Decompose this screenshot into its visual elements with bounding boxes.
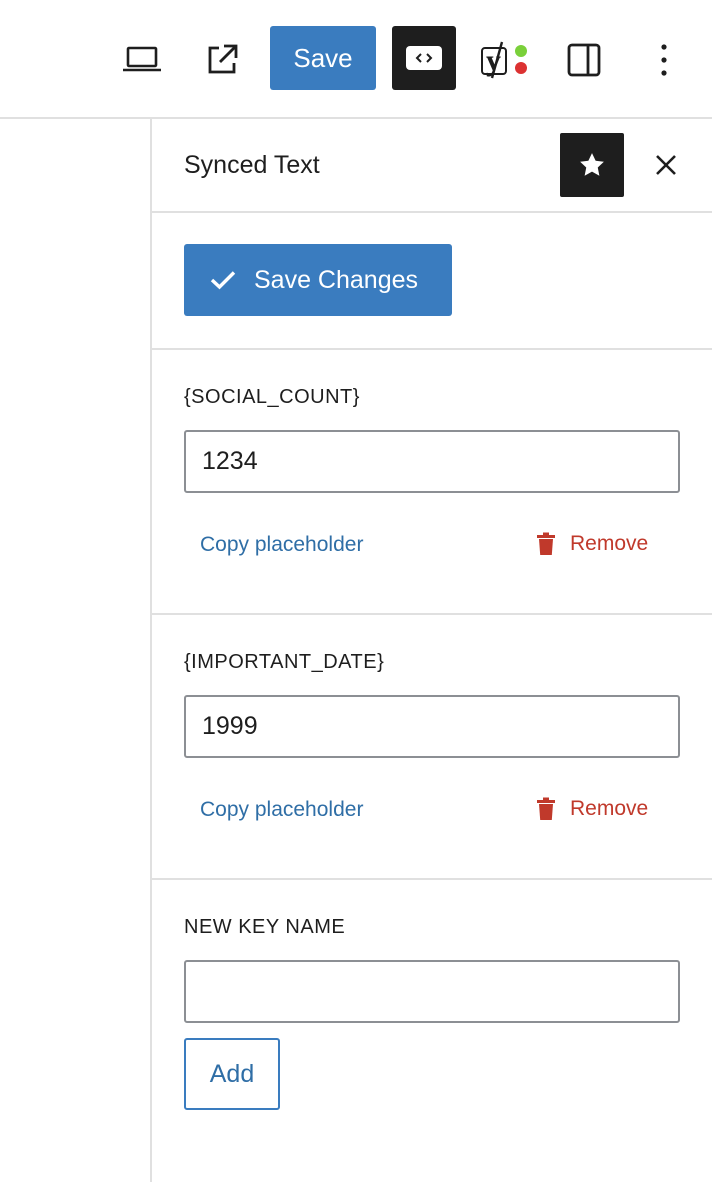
key-name-label: {SOCIAL_COUNT} xyxy=(184,386,360,408)
sidebar-toggle-icon xyxy=(567,43,601,77)
external-link-icon xyxy=(208,44,238,74)
code-block-icon xyxy=(406,46,442,70)
preview-device-button[interactable] xyxy=(116,34,168,86)
yoast-seo-button[interactable]: y xyxy=(474,34,534,86)
save-changes-button[interactable]: Save Changes xyxy=(184,244,452,316)
copy-placeholder-button[interactable]: Copy placeholder xyxy=(200,533,363,557)
key-name-label: {IMPORTANT_DATE} xyxy=(184,651,385,673)
more-vertical-icon xyxy=(661,44,667,76)
key-value-input[interactable] xyxy=(184,430,680,493)
save-button[interactable]: Save xyxy=(270,26,376,90)
star-icon xyxy=(580,153,604,176)
trash-icon xyxy=(536,532,556,556)
new-key-name-input[interactable] xyxy=(184,960,680,1023)
editor-canvas xyxy=(0,119,152,1182)
save-section: Save Changes xyxy=(152,213,712,350)
laptop-icon xyxy=(123,46,161,72)
sidebar-header: Synced Text xyxy=(152,119,712,213)
synced-text-sidebar: Synced Text Save Changes {SOCIAL_COUNT} xyxy=(152,119,712,1182)
add-key-button[interactable]: Add xyxy=(184,1038,280,1110)
yoast-icon: y xyxy=(481,41,527,79)
close-sidebar-button[interactable] xyxy=(646,145,686,185)
settings-sidebar-toggle[interactable] xyxy=(558,34,610,86)
new-key-section: NEW KEY NAME Add xyxy=(152,880,712,1182)
checkmark-icon xyxy=(210,270,236,290)
remove-key-button[interactable]: Remove xyxy=(536,532,648,556)
editor-toolbar: Save y xyxy=(0,0,712,119)
new-key-name-label: NEW KEY NAME xyxy=(184,916,346,938)
pin-plugin-button[interactable] xyxy=(560,133,624,197)
save-changes-label: Save Changes xyxy=(254,265,419,294)
trash-icon xyxy=(536,797,556,821)
synced-text-plugin-button[interactable] xyxy=(392,26,456,90)
close-icon xyxy=(656,155,676,175)
view-post-button[interactable] xyxy=(196,34,248,86)
key-panel: {IMPORTANT_DATE} Copy placeholder Remove xyxy=(152,615,712,880)
key-panel: {SOCIAL_COUNT} Copy placeholder Remove xyxy=(152,350,712,615)
remove-key-button[interactable]: Remove xyxy=(536,797,648,821)
options-menu-button[interactable] xyxy=(638,34,690,86)
copy-placeholder-button[interactable]: Copy placeholder xyxy=(200,798,363,822)
remove-label: Remove xyxy=(570,797,649,820)
sidebar-title: Synced Text xyxy=(184,151,320,179)
remove-label: Remove xyxy=(570,532,649,555)
key-value-input[interactable] xyxy=(184,695,680,758)
